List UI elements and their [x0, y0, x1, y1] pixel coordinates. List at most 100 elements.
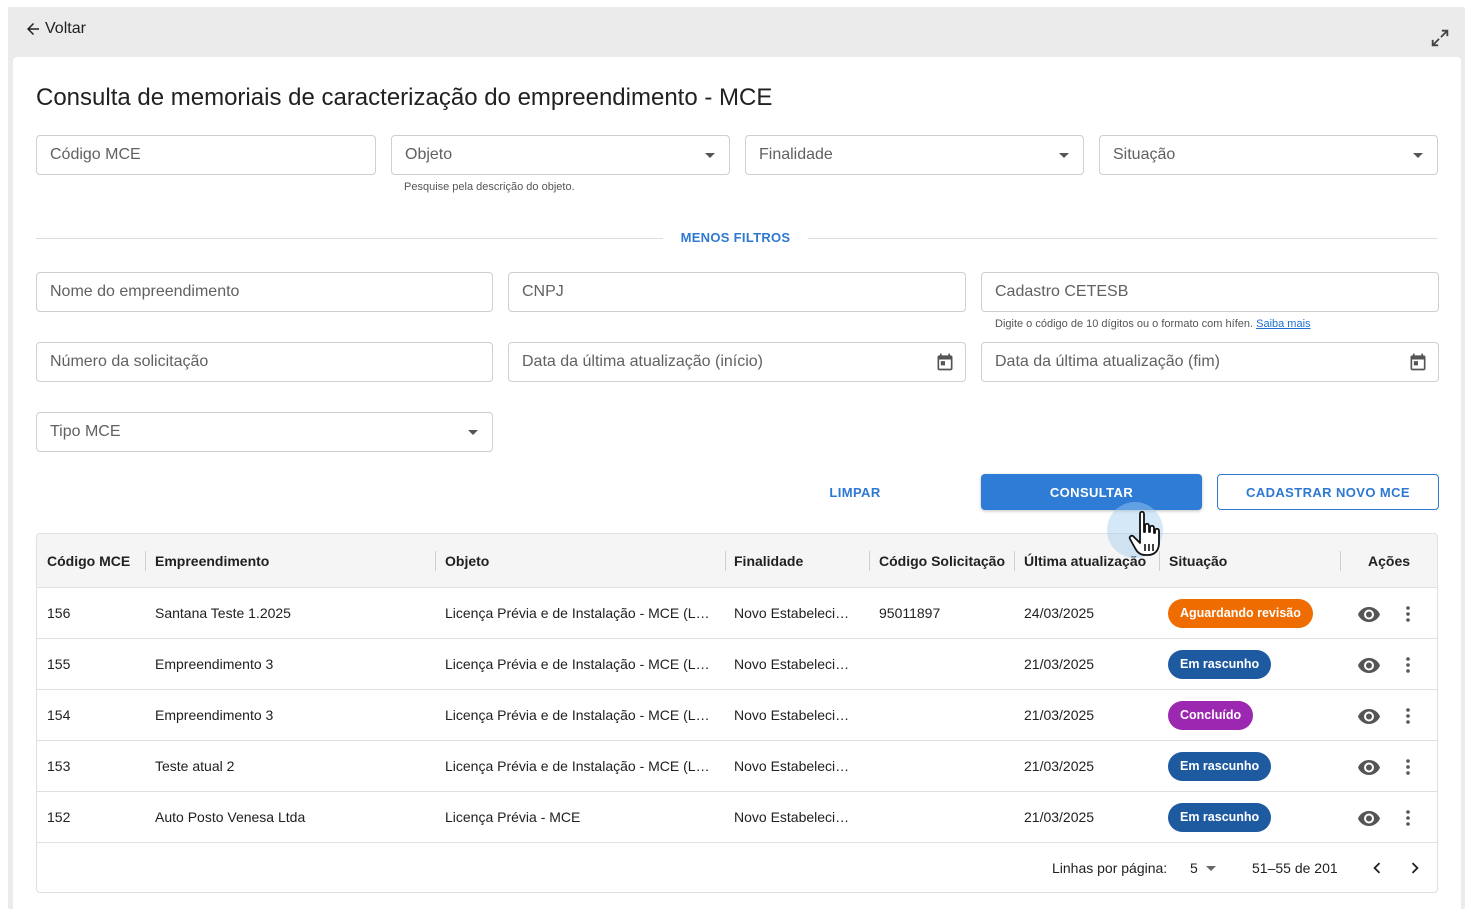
topbar: Voltar	[8, 7, 1465, 57]
cadastro-cetesb-placeholder: Cadastro CETESB	[995, 283, 1129, 300]
cell-objeto: Licença Prévia e de Instalação - MCE (LP…	[445, 605, 717, 621]
data-fim-placeholder: Data da última atualização (fim)	[995, 353, 1220, 370]
finalidade-select[interactable]: Finalidade	[745, 135, 1084, 175]
cell-ultima-atualizacao: 21/03/2025	[1024, 809, 1095, 825]
cell-finalidade: Novo Estabelecimento	[734, 707, 859, 723]
calendar-icon[interactable]	[935, 352, 955, 372]
dropdown-arrow-icon	[1205, 866, 1216, 871]
numero-solicitacao-placeholder: Número da solicitação	[50, 353, 209, 370]
cell-codigo-solicitacao	[879, 792, 1009, 842]
status-badge: Aguardando revisão	[1168, 599, 1313, 628]
more-vert-icon[interactable]	[1396, 755, 1420, 779]
chevron-right-icon[interactable]	[1404, 857, 1426, 879]
app-frame: Voltar Consulta de memoriais de caracter…	[8, 7, 1465, 909]
codigo-mce-input[interactable]: Código MCE	[36, 135, 376, 175]
less-filters-button[interactable]: MENOS FILTROS	[663, 228, 808, 248]
arrow-left-icon	[27, 23, 39, 35]
eye-icon[interactable]	[1357, 755, 1381, 779]
back-label: Voltar	[45, 20, 86, 37]
back-button[interactable]: Voltar	[24, 20, 86, 38]
tipo-mce-select[interactable]: Tipo MCE	[36, 412, 493, 452]
data-inicio-input[interactable]: Data da última atualização (início)	[508, 342, 966, 382]
nome-empreendimento-input[interactable]: Nome do empreendimento	[36, 272, 493, 312]
cnpj-input[interactable]: CNPJ	[508, 272, 966, 312]
eye-icon[interactable]	[1357, 602, 1381, 626]
column-header-objeto[interactable]: Objeto	[445, 534, 489, 588]
cell-codigo: 152	[47, 809, 71, 825]
more-vert-icon[interactable]	[1396, 653, 1420, 677]
cell-codigo: 154	[47, 707, 71, 723]
cell-codigo: 155	[47, 656, 71, 672]
cell-codigo: 153	[47, 758, 71, 774]
eye-icon[interactable]	[1357, 653, 1381, 677]
cell-codigo-solicitacao	[879, 741, 1009, 791]
cell-objeto: Licença Prévia - MCE	[445, 809, 581, 825]
table-row[interactable]: 154 Empreendimento 3 Licença Prévia e de I…	[37, 690, 1437, 741]
cell-codigo-solicitacao	[879, 639, 1009, 689]
column-divider	[435, 551, 436, 571]
column-header-empreendimento[interactable]: Empreendimento	[155, 534, 269, 588]
cell-empreendimento: Empreendimento 3	[155, 707, 274, 723]
consultar-button[interactable]: CONSULTAR	[981, 474, 1202, 510]
page-title: Consulta de memoriais de caracterização …	[36, 84, 773, 111]
cell-ultima-atualizacao: 21/03/2025	[1024, 656, 1095, 672]
pagination-footer: Linhas por página: 5 51–55 de 201	[37, 843, 1437, 892]
cell-finalidade: Novo Estabelecimento	[734, 605, 859, 621]
table-header: Código MCE Empreendimento Objeto Finalid…	[37, 534, 1437, 588]
cadastro-cetesb-input[interactable]: Cadastro CETESB	[981, 272, 1439, 312]
column-divider	[725, 551, 726, 571]
cell-ultima-atualizacao: 21/03/2025	[1024, 707, 1095, 723]
column-header-codigo-solicitacao[interactable]: Código Solicitação	[879, 534, 1005, 588]
eye-icon[interactable]	[1357, 806, 1381, 830]
rows-per-page-label: Linhas por página:	[1052, 860, 1168, 876]
data-fim-input[interactable]: Data da última atualização (fim)	[981, 342, 1439, 382]
rows-per-page-value: 5	[1190, 860, 1198, 876]
column-header-finalidade[interactable]: Finalidade	[734, 534, 803, 588]
column-header-codigo[interactable]: Código MCE	[47, 534, 130, 588]
column-divider	[1340, 551, 1341, 571]
finalidade-placeholder: Finalidade	[759, 146, 833, 163]
column-divider	[1014, 551, 1015, 571]
cell-codigo-solicitacao: 95011897	[879, 605, 941, 621]
table-row[interactable]: 155 Empreendimento 3 Licença Prévia e de I…	[37, 639, 1437, 690]
status-badge: Em rascunho	[1168, 650, 1272, 679]
cell-objeto: Licença Prévia e de Instalação - MCE (LP…	[445, 758, 717, 774]
more-vert-icon[interactable]	[1396, 806, 1420, 830]
expand-icon[interactable]	[1429, 27, 1451, 49]
status-badge: Concluído	[1168, 701, 1254, 730]
limpar-button[interactable]: LIMPAR	[795, 474, 915, 510]
table-row[interactable]: 152 Auto Posto Venesa Ltda Licença Prévia …	[37, 792, 1437, 843]
more-vert-icon[interactable]	[1396, 602, 1420, 626]
column-header-situacao[interactable]: Situação	[1169, 534, 1227, 588]
calendar-icon[interactable]	[1408, 352, 1428, 372]
hand-pointer-cursor-icon	[1128, 510, 1160, 556]
column-divider	[145, 551, 146, 571]
situacao-select[interactable]: Situação	[1099, 135, 1438, 175]
cell-ultima-atualizacao: 21/03/2025	[1024, 758, 1095, 774]
rows-per-page-select[interactable]: 5	[1190, 843, 1216, 892]
data-inicio-placeholder: Data da última atualização (início)	[522, 353, 764, 370]
main-card: Consulta de memoriais de caracterização …	[13, 57, 1461, 909]
objeto-select[interactable]: Objeto	[391, 135, 730, 175]
cell-ultima-atualizacao: 24/03/2025	[1024, 605, 1095, 621]
cell-objeto: Licença Prévia e de Instalação - MCE (LP…	[445, 707, 717, 723]
saiba-mais-link[interactable]: Saiba mais	[1256, 318, 1310, 330]
cetesb-hint: Digite o código de 10 dígitos ou o forma…	[995, 318, 1311, 330]
cell-empreendimento: Teste atual 2	[155, 758, 235, 774]
objeto-hint: Pesquise pela descrição do objeto.	[404, 181, 575, 193]
table-row[interactable]: 156 Santana Teste 1.2025 Licença Prévia e …	[37, 588, 1437, 639]
status-badge: Em rascunho	[1168, 803, 1272, 832]
cetesb-hint-text: Digite o código de 10 dígitos ou o forma…	[995, 318, 1254, 330]
more-vert-icon[interactable]	[1396, 704, 1420, 728]
status-badge: Em rascunho	[1168, 752, 1272, 781]
codigo-mce-placeholder: Código MCE	[50, 146, 141, 163]
numero-solicitacao-input[interactable]: Número da solicitação	[36, 342, 493, 382]
eye-icon[interactable]	[1357, 704, 1381, 728]
cell-objeto: Licença Prévia e de Instalação - MCE (LP…	[445, 656, 717, 672]
cell-empreendimento: Auto Posto Venesa Ltda	[155, 809, 306, 825]
cadastrar-novo-mce-button[interactable]: CADASTRAR NOVO MCE	[1217, 474, 1439, 510]
nome-empreendimento-placeholder: Nome do empreendimento	[50, 283, 240, 300]
table-row[interactable]: 153 Teste atual 2 Licença Prévia e de Inst…	[37, 741, 1437, 792]
chevron-left-icon[interactable]	[1366, 857, 1388, 879]
dropdown-arrow-icon	[1413, 152, 1423, 158]
